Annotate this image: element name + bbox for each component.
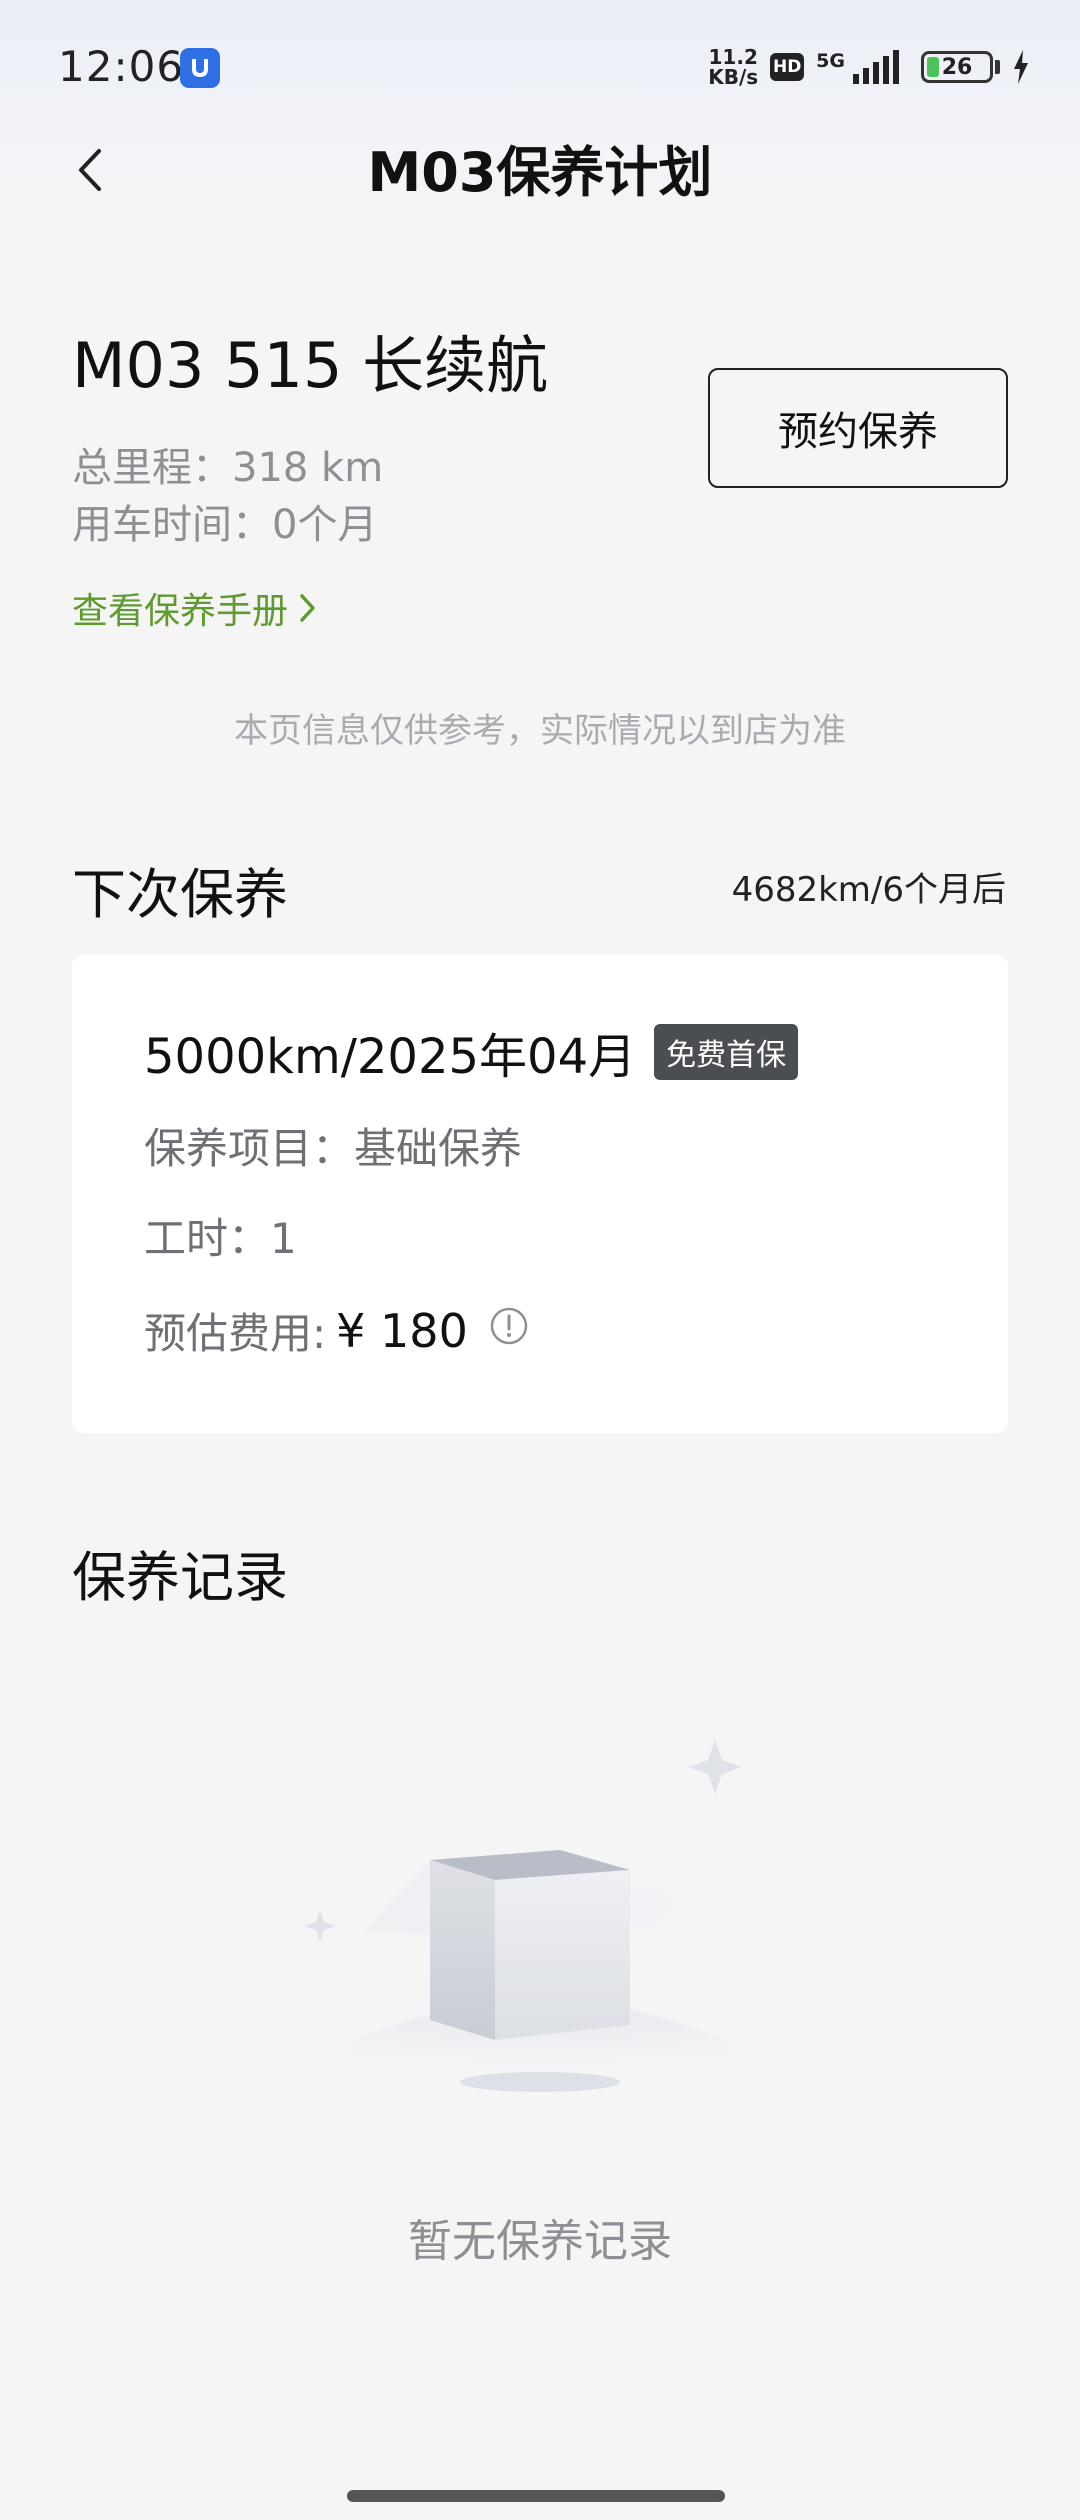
battery-cap: [995, 60, 1000, 74]
target-mileage-date: 5000km/2025年04月: [144, 1029, 637, 1085]
status-time: 12:06: [58, 42, 185, 91]
back-button[interactable]: [60, 140, 120, 200]
free-first-maintenance-badge: 免费首保: [654, 1024, 799, 1080]
signal-5g-icon: 5G: [816, 50, 909, 84]
book-maintenance-button[interactable]: 预约保养: [708, 368, 1008, 488]
network-speed: 11.2 KB/s: [708, 47, 758, 87]
empty-box-icon: [240, 1720, 840, 2120]
info-circle-icon[interactable]: [488, 1305, 530, 1357]
next-maintenance-card: 5000km/2025年04月 免费首保 保养项目：基础保养 工时：1 预估费用…: [72, 955, 1008, 1433]
app-shield-icon: [180, 48, 220, 88]
battery-level: 26: [941, 54, 973, 80]
manual-link-label: 查看保养手册: [72, 591, 289, 632]
next-maintenance-title: 下次保养: [72, 863, 288, 926]
estimated-cost-label: 预估费用:: [144, 1309, 327, 1358]
status-indicators: 11.2 KB/s HD 5G 26: [708, 44, 1030, 90]
usage-time: 用车时间：0个月: [72, 502, 378, 548]
battery-fill: [927, 57, 939, 77]
labor-hours: 工时：1: [144, 1214, 297, 1263]
page-title: M03保养计划: [367, 141, 713, 204]
maintenance-manual-link[interactable]: 查看保养手册: [72, 582, 318, 634]
maintenance-records-title: 保养记录: [72, 1546, 288, 1609]
charging-bolt-icon: [1014, 50, 1028, 84]
total-mileage: 总里程：318 km: [72, 445, 384, 491]
battery-icon: 26: [921, 51, 993, 83]
back-arrow-icon: [79, 149, 101, 191]
signal-bars-icon: [853, 50, 899, 84]
page: 12:06 11.2 KB/s HD 5G 26 M03保养计划 M03 515…: [0, 0, 1080, 2520]
disclaimer-text: 本页信息仅供参考，实际情况以到店为准: [234, 711, 846, 751]
home-indicator[interactable]: [347, 2490, 725, 2502]
next-maintenance-target: 5000km/2025年04月 免费首保: [144, 1017, 799, 1087]
status-bar: 12:06 11.2 KB/s HD 5G 26: [0, 0, 1080, 135]
network-speed-value: 11.2: [708, 45, 758, 69]
estimated-cost-row: 预估费用: ¥ 180: [144, 1300, 530, 1361]
empty-records-text: 暂无保养记录: [408, 2216, 672, 2267]
chevron-right-icon: [300, 594, 315, 622]
next-maintenance-remaining: 4682km/6个月后: [731, 870, 1006, 910]
maintenance-items: 保养项目：基础保养: [144, 1124, 523, 1173]
network-type-label: 5G: [816, 50, 845, 72]
network-speed-unit: KB/s: [708, 65, 759, 89]
hd-icon: HD: [770, 53, 805, 81]
car-model-name: M03 515 长续航: [72, 329, 549, 402]
estimated-cost-value: ¥ 180: [336, 1303, 468, 1358]
